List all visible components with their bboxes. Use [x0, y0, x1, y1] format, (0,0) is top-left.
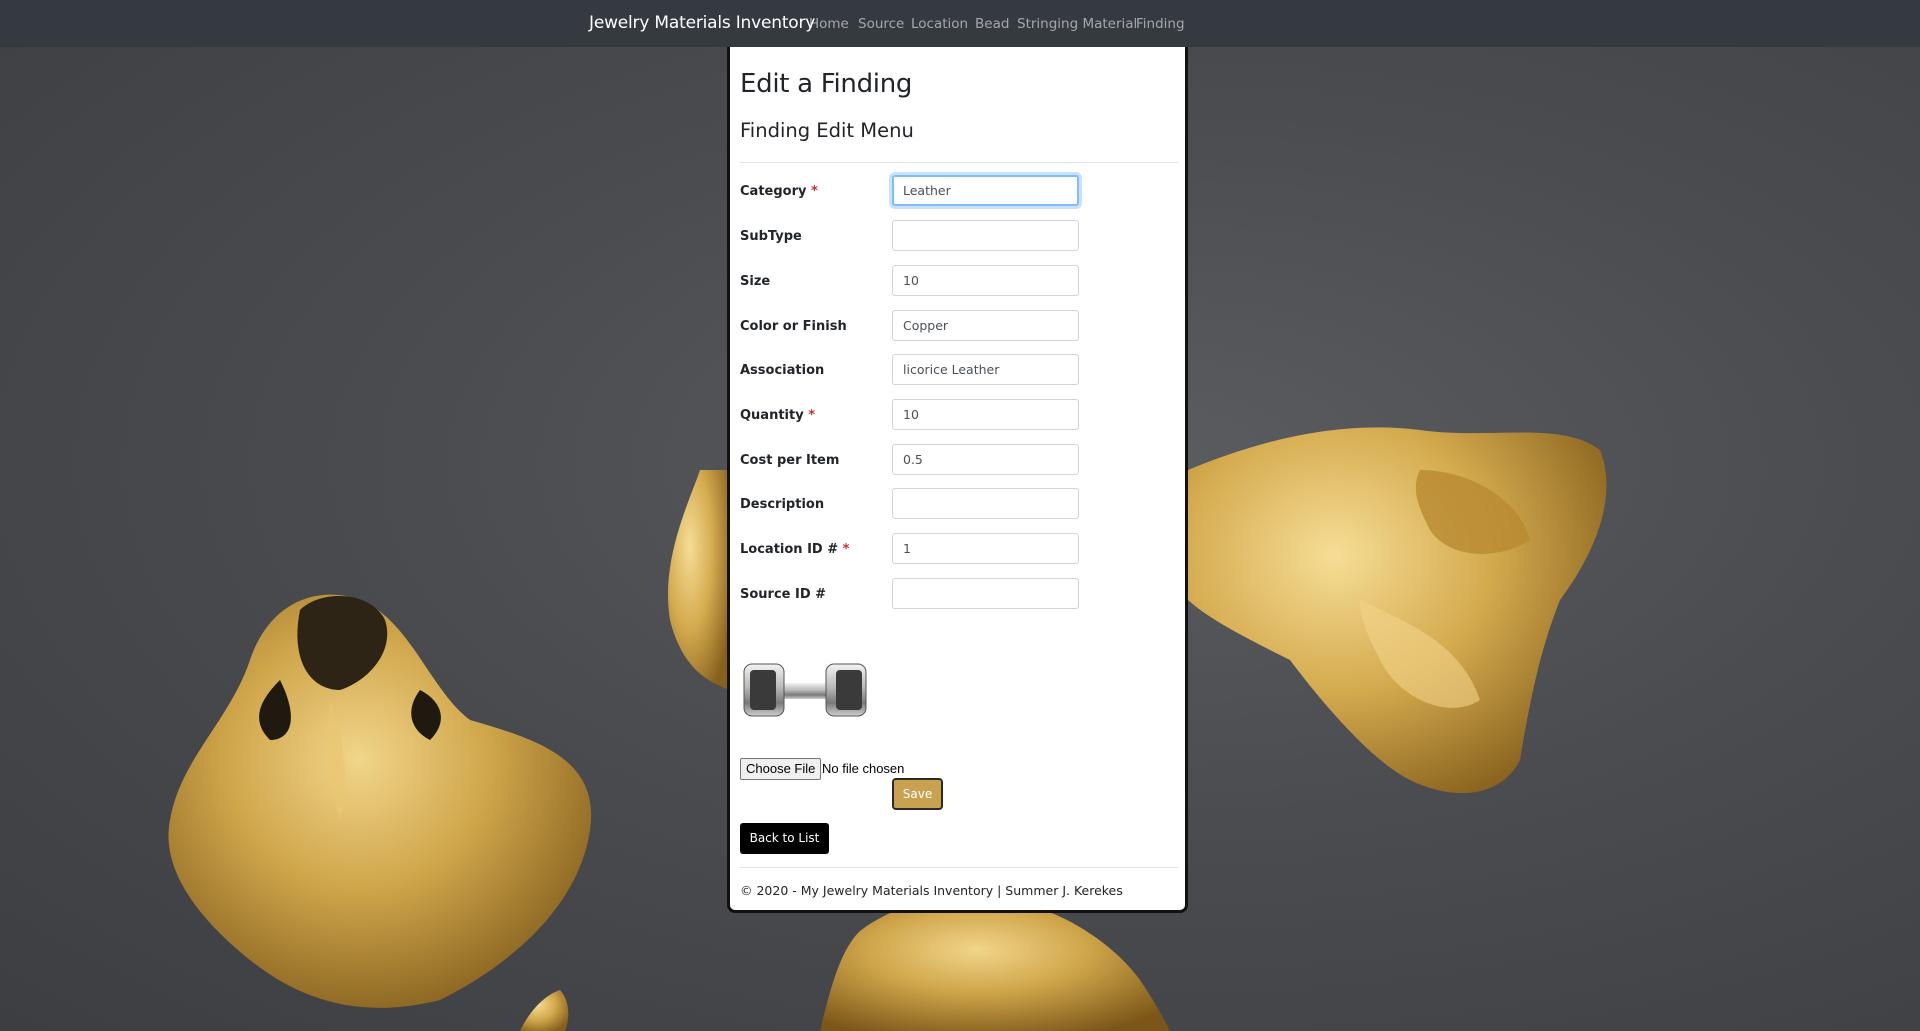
navbar: Jewelry Materials Inventory Home Source …	[0, 0, 1920, 47]
field-quantity: Quantity *	[740, 399, 1178, 433]
field-association: Association	[740, 354, 1178, 388]
divider	[740, 162, 1178, 163]
field-label: Category *	[740, 184, 818, 199]
field-cost-per-item: Cost per Item	[740, 444, 1178, 478]
field-label: Cost per Item	[740, 453, 840, 468]
brand-link[interactable]: Jewelry Materials Inventory	[589, 13, 815, 33]
save-button[interactable]: Save	[892, 778, 943, 810]
edit-card: Edit a Finding Finding Edit Menu Categor…	[727, 47, 1188, 913]
nav-stringing-material[interactable]: Stringing Material	[1017, 16, 1137, 32]
field-label: SubType	[740, 229, 802, 244]
field-subtype: SubType	[740, 220, 1178, 254]
description-input[interactable]	[892, 488, 1079, 519]
field-color-finish: Color or Finish	[740, 310, 1178, 344]
page-title: Edit a Finding	[740, 69, 913, 99]
field-source-id: Source ID #	[740, 578, 1178, 612]
nav-location[interactable]: Location	[911, 16, 968, 32]
source-id-input[interactable]	[892, 578, 1079, 609]
page-subtitle: Finding Edit Menu	[740, 119, 914, 142]
finding-thumbnail-image	[740, 628, 871, 753]
field-label: Size	[740, 274, 771, 289]
footer-text: © 2020 - My Jewelry Materials Inventory …	[740, 883, 1123, 898]
quantity-input[interactable]	[892, 399, 1079, 430]
file-status: No file chosen	[822, 761, 905, 776]
location-id-input[interactable]	[892, 533, 1079, 564]
nav-source[interactable]: Source	[858, 16, 904, 32]
size-input[interactable]	[892, 265, 1079, 296]
association-input[interactable]	[892, 354, 1079, 385]
nav-home[interactable]: Home	[809, 16, 849, 32]
category-input[interactable]	[892, 175, 1079, 206]
choose-file-button[interactable]: Choose File	[740, 758, 822, 780]
field-label: Location ID # *	[740, 542, 850, 557]
field-label: Color or Finish	[740, 319, 847, 334]
nav-finding[interactable]: Finding	[1136, 16, 1185, 32]
field-label: Association	[740, 363, 825, 378]
subtype-input[interactable]	[892, 220, 1079, 251]
nav-bead[interactable]: Bead	[975, 16, 1009, 32]
field-size: Size	[740, 265, 1178, 299]
field-description: Description	[740, 488, 1178, 522]
field-category: Category *	[740, 175, 1178, 209]
field-label: Quantity *	[740, 408, 816, 423]
cost-per-item-input[interactable]	[892, 444, 1079, 475]
color-finish-input[interactable]	[892, 310, 1079, 341]
footer-divider	[740, 867, 1178, 868]
back-to-list-button[interactable]: Back to List	[740, 823, 829, 854]
field-label: Description	[740, 497, 825, 512]
field-location-id: Location ID # *	[740, 533, 1178, 567]
field-label: Source ID #	[740, 587, 827, 602]
